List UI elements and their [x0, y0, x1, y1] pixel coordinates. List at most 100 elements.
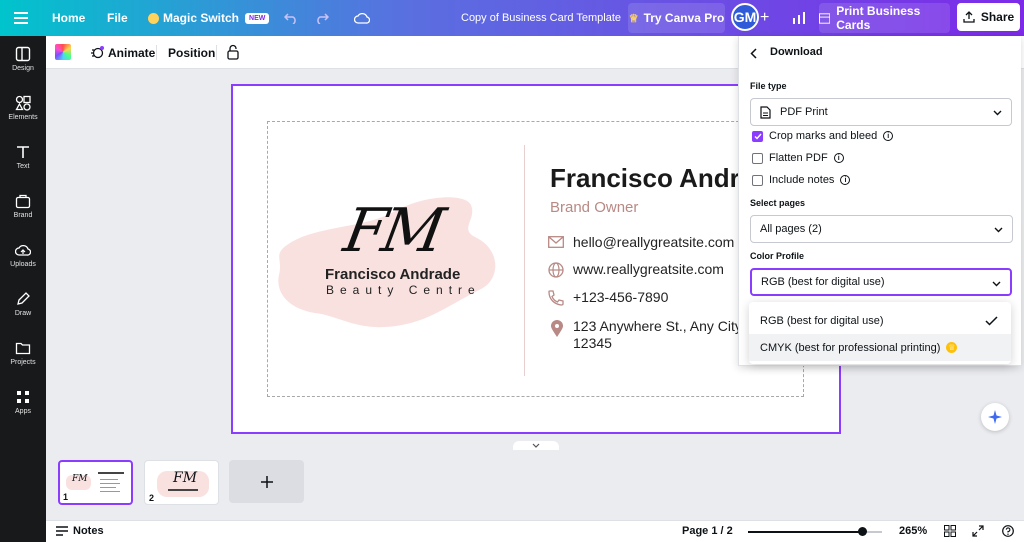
- chevron-down-icon: [994, 227, 1003, 233]
- card-name[interactable]: Francisco Andrade: [550, 163, 738, 194]
- option-cmyk[interactable]: CMYK (best for professional printing) ♕: [749, 334, 1011, 361]
- back-arrow-icon[interactable]: [750, 46, 761, 64]
- redo-icon[interactable]: [315, 0, 329, 36]
- sidebar-item-uploads[interactable]: Uploads: [0, 232, 46, 278]
- page-number: 2: [149, 493, 155, 503]
- sidebar-item-label: Apps: [15, 408, 31, 415]
- checkmark-icon: [985, 316, 998, 326]
- chevron-down-icon: [532, 443, 540, 448]
- flatten-pdf-option[interactable]: Flatten PDF i: [752, 151, 844, 165]
- cloud-save-icon[interactable]: [354, 0, 370, 36]
- page-indicator[interactable]: Page 1 / 2: [682, 525, 733, 537]
- color-profile-select[interactable]: RGB (best for digital use): [750, 268, 1012, 296]
- page-thumb-1[interactable]: FM 1: [58, 460, 133, 505]
- toolbar-divider: [156, 45, 157, 60]
- globe-icon: [548, 262, 564, 278]
- card-phone[interactable]: +123-456-7890: [573, 289, 668, 305]
- design-icon: [15, 46, 31, 62]
- sidebar-item-elements[interactable]: Elements: [0, 85, 46, 131]
- add-page-button[interactable]: [229, 460, 304, 503]
- pro-crown-icon: ♕: [946, 342, 958, 353]
- home-button[interactable]: Home: [52, 0, 85, 36]
- position-button[interactable]: Position: [168, 36, 215, 69]
- projects-icon: [15, 342, 31, 355]
- undo-icon[interactable]: [284, 0, 298, 36]
- logo-subtitle[interactable]: Beauty Centre: [326, 283, 481, 297]
- try-pro-label: Try Canva Pro: [643, 11, 725, 25]
- print-label: Print Business Cards: [836, 4, 921, 32]
- zoom-slider[interactable]: [748, 527, 882, 536]
- avatar[interactable]: GM: [731, 3, 759, 31]
- crop-marks-option[interactable]: Crop marks and bleed i: [752, 129, 894, 143]
- plus-icon: [260, 475, 273, 488]
- card-role[interactable]: Brand Owner: [550, 199, 638, 216]
- sidebar-item-projects[interactable]: Projects: [0, 330, 46, 376]
- page-number: 1: [63, 492, 69, 502]
- sidebar-item-design[interactable]: Design: [0, 36, 46, 82]
- thumb-detail-line: [100, 487, 116, 488]
- card-address-line1[interactable]: 123 Anywhere St., Any City,: [573, 318, 738, 334]
- file-type-value: PDF Print: [780, 106, 828, 118]
- info-icon[interactable]: i: [883, 131, 894, 141]
- zoom-slider-knob[interactable]: [857, 527, 867, 536]
- sidebar-item-label: Elements: [8, 114, 38, 121]
- logo-mark[interactable]: FM: [339, 196, 446, 266]
- notes-button[interactable]: Notes: [56, 525, 104, 537]
- zoom-slider-fill: [748, 531, 862, 533]
- flatten-pdf-checkbox[interactable]: [752, 152, 763, 164]
- help-icon[interactable]: [1002, 525, 1014, 540]
- lock-icon[interactable]: [227, 44, 239, 65]
- animate-icon: [91, 45, 104, 58]
- sidebar-item-label: Text: [16, 163, 30, 170]
- add-collaborator-icon[interactable]: +: [760, 0, 769, 36]
- thumb-detail-line: [100, 491, 120, 492]
- magic-assistant-button[interactable]: [981, 403, 1009, 431]
- option-rgb[interactable]: RGB (best for digital use): [749, 307, 1011, 334]
- sidebar-item-apps[interactable]: Apps: [0, 379, 46, 425]
- thumb-name-line: [98, 472, 124, 474]
- share-button[interactable]: Share: [957, 3, 1020, 31]
- include-notes-checkbox[interactable]: [752, 174, 763, 186]
- sidebar-item-label: Brand: [13, 212, 33, 219]
- chevron-down-icon: [993, 110, 1002, 116]
- animate-label: Animate: [108, 45, 156, 60]
- magic-switch-icon: [148, 12, 159, 24]
- print-icon: [819, 12, 831, 24]
- print-business-cards-button[interactable]: Print Business Cards: [819, 3, 950, 33]
- sidebar-item-label: Draw: [14, 310, 32, 317]
- file-type-label: File type: [750, 81, 787, 91]
- card-address-line2[interactable]: 12345: [573, 335, 612, 351]
- sidebar-item-label: Design: [12, 65, 34, 72]
- include-notes-option[interactable]: Include notes i: [752, 173, 851, 187]
- card-website[interactable]: www.reallygreatsite.com: [573, 261, 724, 277]
- option-label: CMYK (best for professional printing): [760, 341, 941, 354]
- select-pages-select[interactable]: All pages (2): [750, 215, 1013, 243]
- sidebar-item-text[interactable]: Text: [0, 134, 46, 180]
- info-icon[interactable]: i: [833, 153, 844, 163]
- logo-name[interactable]: Francisco Andrade: [325, 266, 460, 283]
- card-email[interactable]: hello@reallygreatsite.com: [573, 234, 734, 250]
- document-title[interactable]: Copy of Business Card Template: [461, 0, 621, 36]
- file-type-select[interactable]: PDF Print: [750, 98, 1012, 126]
- insights-icon[interactable]: [792, 0, 806, 36]
- zoom-level[interactable]: 265%: [899, 525, 927, 537]
- left-sidebar: Design Elements Text Brand Uploads Draw …: [0, 36, 46, 542]
- file-menu[interactable]: File: [107, 0, 128, 36]
- try-pro-button[interactable]: ♕ Try Canva Pro: [628, 3, 725, 33]
- color-picker-icon[interactable]: [55, 44, 71, 60]
- page-thumb-2[interactable]: FM 2: [144, 460, 219, 505]
- crop-marks-checkbox[interactable]: [752, 130, 763, 142]
- magic-switch-button[interactable]: Magic Switch NEW: [148, 0, 270, 36]
- collapse-pages-handle[interactable]: [513, 441, 559, 450]
- fullscreen-icon[interactable]: [972, 525, 984, 540]
- sidebar-item-draw[interactable]: Draw: [0, 281, 46, 327]
- apps-icon: [17, 391, 29, 403]
- animate-button[interactable]: Animate: [90, 36, 155, 69]
- sidebar-item-brand[interactable]: Brand: [0, 183, 46, 229]
- thumb-logo-mark: FM: [72, 474, 88, 484]
- info-icon[interactable]: i: [840, 175, 851, 185]
- grid-view-icon[interactable]: [944, 525, 956, 540]
- flatten-pdf-label: Flatten PDF: [769, 152, 828, 164]
- menu-icon[interactable]: [14, 0, 28, 36]
- include-notes-label: Include notes: [769, 174, 835, 186]
